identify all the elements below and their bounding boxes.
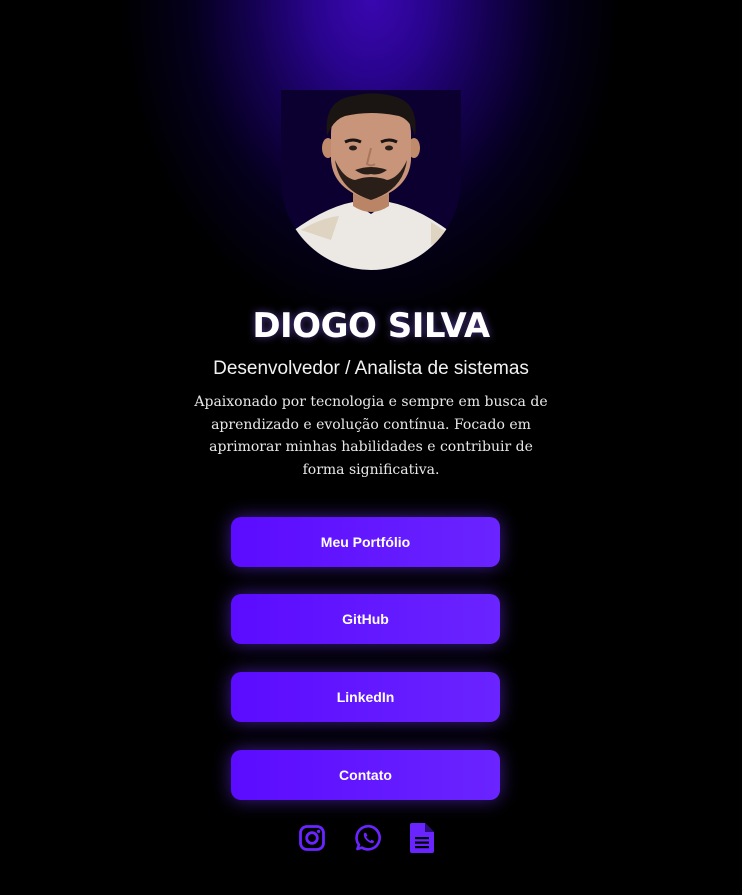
profile-name: DIOGO SILVA [252, 306, 490, 346]
linkedin-button[interactable]: LinkedIn [231, 672, 500, 722]
avatar [281, 90, 461, 270]
instagram-icon[interactable] [297, 823, 327, 853]
portfolio-button[interactable]: Meu Portfólio [231, 517, 500, 567]
document-icon[interactable] [407, 823, 437, 853]
avatar-photo [281, 90, 461, 270]
github-button[interactable]: GitHub [231, 594, 500, 644]
social-links [0, 823, 742, 855]
whatsapp-icon[interactable] [354, 823, 384, 853]
contact-button[interactable]: Contato [231, 750, 500, 800]
profile-role: Desenvolvedor / Analista de sistemas [213, 358, 529, 379]
profile-bio: Apaixonado por tecnologia e sempre em bu… [194, 394, 548, 478]
